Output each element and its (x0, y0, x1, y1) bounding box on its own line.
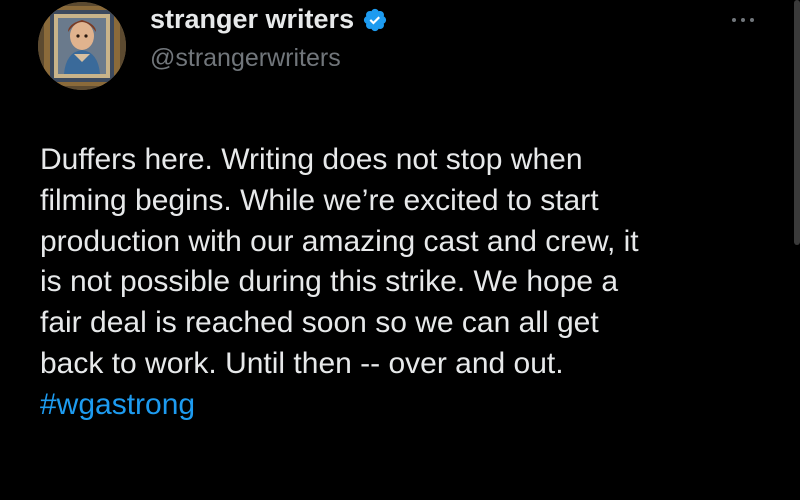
avatar-image (38, 2, 126, 90)
author-handle[interactable]: @strangerwriters (150, 44, 341, 73)
tweet-text-line: filming begins. While we’re excited to s… (40, 183, 599, 217)
avatar[interactable] (38, 2, 126, 90)
more-options-icon[interactable] (732, 8, 754, 32)
tweet-text-line: production with our amazing cast and cre… (40, 224, 639, 258)
tweet-text-line: is not possible during this strike. We h… (40, 265, 619, 299)
display-name[interactable]: stranger writers (150, 4, 354, 35)
hashtag-link[interactable]: #wgastrong (40, 385, 780, 426)
author-name-row[interactable]: stranger writers (150, 4, 388, 35)
more-dot (750, 18, 754, 22)
tweet-text-line: fair deal is reached soon so we can all … (40, 306, 599, 340)
more-dot (732, 18, 736, 22)
scrollbar[interactable] (794, 0, 800, 245)
tweet-text-line: back to work. Until then -- over and out… (40, 346, 564, 380)
tweet-text: Duffers here. Writing does not stop when… (40, 140, 780, 426)
tweet-card: stranger writers @strangerwriters Duffer… (0, 0, 800, 500)
tweet-text-line: Duffers here. Writing does not stop when (40, 143, 583, 176)
more-dot (741, 18, 745, 22)
verified-badge-icon (362, 7, 388, 33)
